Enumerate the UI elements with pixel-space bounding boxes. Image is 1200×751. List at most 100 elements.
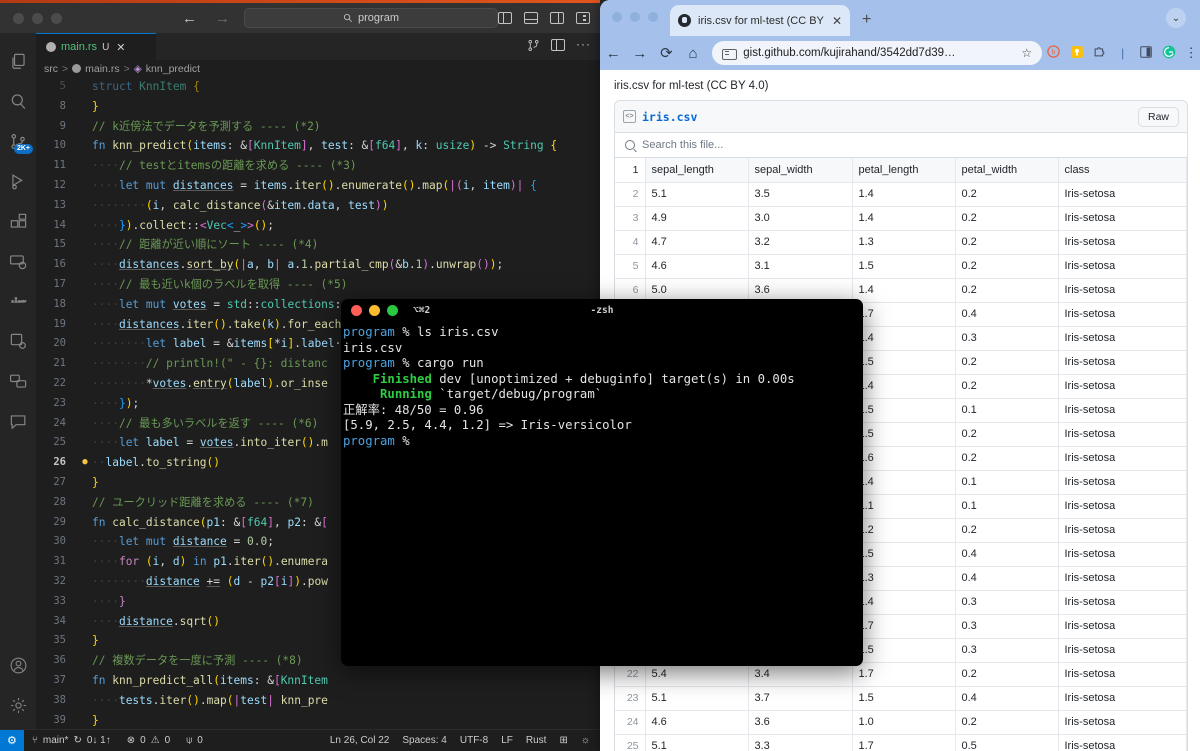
more-actions-icon[interactable]: ··· <box>576 39 591 52</box>
layout-icon[interactable]: ⊞ <box>559 735 567 746</box>
rust-file-icon <box>46 42 56 52</box>
new-tab-button[interactable]: + <box>862 11 871 29</box>
bell-icon[interactable]: ☼ <box>581 735 590 746</box>
code-line[interactable]: 15····// 距離が近い順にソート ---- (*4) <box>36 235 600 255</box>
code-line[interactable]: 16····distances.sort_by(|a, b| a.1.parti… <box>36 255 600 275</box>
table-cell: 0.4 <box>955 302 1058 326</box>
remote-window-icon[interactable]: ⚙ <box>0 730 24 751</box>
line-number: 25 <box>36 433 78 453</box>
reload-icon[interactable]: ⟳ <box>653 44 680 62</box>
cursor-position[interactable]: Ln 26, Col 22 <box>330 735 390 746</box>
toggle-panel-icon[interactable] <box>524 12 538 24</box>
editor-actions[interactable]: ··· <box>527 39 591 52</box>
eol[interactable]: LF <box>501 735 513 746</box>
status-bar-right[interactable]: Ln 26, Col 22 Spaces: 4 UTF-8 LF Rust ⊞ … <box>330 735 600 746</box>
breadcrumb-symbol[interactable]: knn_predict <box>146 63 200 75</box>
sidebar-item-testing[interactable] <box>0 321 36 361</box>
back-icon[interactable]: ← <box>182 10 197 27</box>
window-traffic-lights[interactable] <box>0 13 62 24</box>
code-line-text: ····tests.iter().map(|test| knn_pre <box>92 691 600 711</box>
activity-bar-bottom[interactable] <box>0 645 36 729</box>
gist-filename[interactable]: iris.csv <box>642 110 697 124</box>
code-line[interactable]: 14····}).collect::<Vec<_>>(); <box>36 216 600 236</box>
sidebar-item-chat[interactable] <box>0 401 36 441</box>
sidebar-item-search[interactable] <box>0 81 36 121</box>
table-cell: 0.2 <box>955 710 1058 734</box>
sidebar-item-source-control[interactable]: 2K+ <box>0 121 36 161</box>
code-line[interactable]: 38····tests.iter().map(|test| knn_pre <box>36 691 600 711</box>
table-cell: Iris-setosa <box>1058 590 1187 614</box>
tab-list-chevron-icon[interactable]: ⌄ <box>1166 8 1186 28</box>
layout-controls[interactable] <box>498 12 600 24</box>
status-branch[interactable]: ⑂ main* ↻ 0↓ 1↑ <box>24 735 119 746</box>
tab-main-rs[interactable]: main.rs U ✕ <box>36 33 156 60</box>
file-search-bar[interactable]: Search this file... <box>615 133 1187 158</box>
status-bar[interactable]: ⚙ ⑂ main* ↻ 0↓ 1↑ ⊗ 0 ⚠ 0 ⍦ 0 Ln 26, Col… <box>0 729 600 751</box>
indentation[interactable]: Spaces: 4 <box>402 735 446 746</box>
sidebar-item-run-and-debug[interactable] <box>0 161 36 201</box>
forward-icon[interactable]: → <box>215 10 230 27</box>
window-traffic-lights[interactable] <box>612 12 658 22</box>
terminal-output[interactable]: program % ls iris.csviris.csvprogram % c… <box>341 321 863 449</box>
sidebar-item-explorer[interactable] <box>0 41 36 81</box>
toggle-secondary-sidebar-icon[interactable] <box>550 12 564 24</box>
site-settings-icon[interactable] <box>722 48 735 59</box>
split-editor-right-icon[interactable] <box>551 39 565 51</box>
table-cell: Iris-setosa <box>1058 686 1187 710</box>
terminal-line: iris.csv <box>343 341 861 357</box>
table-cell: 4.7 <box>645 230 748 254</box>
sidebar-item-remote-explorer[interactable] <box>0 241 36 281</box>
code-line[interactable]: 39} <box>36 711 600 730</box>
code-line[interactable]: 37fn knn_predict_all(items: &[KnnItem <box>36 671 600 691</box>
back-icon[interactable]: ← <box>600 45 627 62</box>
close-icon[interactable]: ✕ <box>832 14 842 28</box>
encoding[interactable]: UTF-8 <box>460 735 488 746</box>
command-center-search[interactable]: program <box>244 8 498 28</box>
grammarly-icon[interactable] <box>1157 44 1180 63</box>
home-icon[interactable]: ⌂ <box>680 45 707 62</box>
forward-icon[interactable]: → <box>627 45 654 62</box>
sidebar-item-accounts[interactable] <box>0 645 36 685</box>
code-line-text: } <box>92 97 600 117</box>
breadcrumb[interactable]: src > main.rs > ◈ knn_predict <box>36 60 600 77</box>
raw-button[interactable]: Raw <box>1138 107 1179 127</box>
code-line[interactable]: 17····// 最も近いk個のラベルを取得 ---- (*5) <box>36 275 600 295</box>
reading-list-icon[interactable] <box>1134 45 1157 62</box>
code-line[interactable]: 8} <box>36 97 600 117</box>
sidebar-item-copilot[interactable] <box>0 361 36 401</box>
split-editor-icon[interactable] <box>527 39 540 52</box>
customize-layout-icon[interactable] <box>576 12 590 24</box>
address-bar[interactable]: gist.github.com/kujirahand/3542dd7d39… ☆ <box>712 41 1042 65</box>
table-row: 255.13.31.70.5Iris-setosa <box>615 734 1187 751</box>
language-mode[interactable]: Rust <box>526 735 547 746</box>
code-line[interactable]: 11····// testとitemsの距離を求める ---- (*3) <box>36 156 600 176</box>
code-line[interactable]: 9// k近傍法でデータを予測する ---- (*2) <box>36 117 600 137</box>
browser-tab[interactable]: iris.csv for ml-test (CC BY 4.0 ✕ <box>670 5 850 36</box>
code-line[interactable]: 12····let mut distances = items.iter().e… <box>36 176 600 196</box>
sidebar-item-settings[interactable] <box>0 685 36 725</box>
breadcrumb-src[interactable]: src <box>44 63 58 75</box>
status-problems[interactable]: ⊗ 0 ⚠ 0 <box>119 735 178 746</box>
terminal-window[interactable]: ⌥⌘2 -zsh program % ls iris.csviris.csvpr… <box>341 299 863 666</box>
line-number: 15 <box>36 235 78 255</box>
chrome-menu-icon[interactable]: ⋮ <box>1182 45 1200 61</box>
editor-navigation[interactable]: ← → <box>182 10 230 27</box>
table-cell: Iris-setosa <box>1058 542 1187 566</box>
extensions-puzzle-icon[interactable] <box>1088 44 1111 62</box>
breadcrumb-file[interactable]: main.rs <box>85 63 119 75</box>
close-icon[interactable]: ✕ <box>116 41 125 54</box>
activity-bar[interactable]: 2K+ <box>0 33 36 729</box>
table-cell: Iris-setosa <box>1058 254 1187 278</box>
sidebar-item-docker[interactable] <box>0 281 36 321</box>
table-cell: 1.5 <box>852 422 955 446</box>
toggle-primary-sidebar-icon[interactable] <box>498 12 512 24</box>
bookmark-star-icon[interactable]: ☆ <box>1021 46 1032 60</box>
honey-icon[interactable]: b <box>1042 44 1065 62</box>
code-line[interactable]: 10fn knn_predict(items: &[KnnItem], test… <box>36 136 600 156</box>
status-ports[interactable]: ⍦ 0 <box>178 735 211 746</box>
sidebar-item-extensions[interactable] <box>0 201 36 241</box>
quick-fix-lightbulb-icon[interactable]: ● <box>78 453 92 473</box>
keeper-icon[interactable] <box>1065 45 1088 62</box>
code-line[interactable]: 13········(i, calc_distance(&item.data, … <box>36 196 600 216</box>
terminal-line: program % <box>343 434 861 450</box>
